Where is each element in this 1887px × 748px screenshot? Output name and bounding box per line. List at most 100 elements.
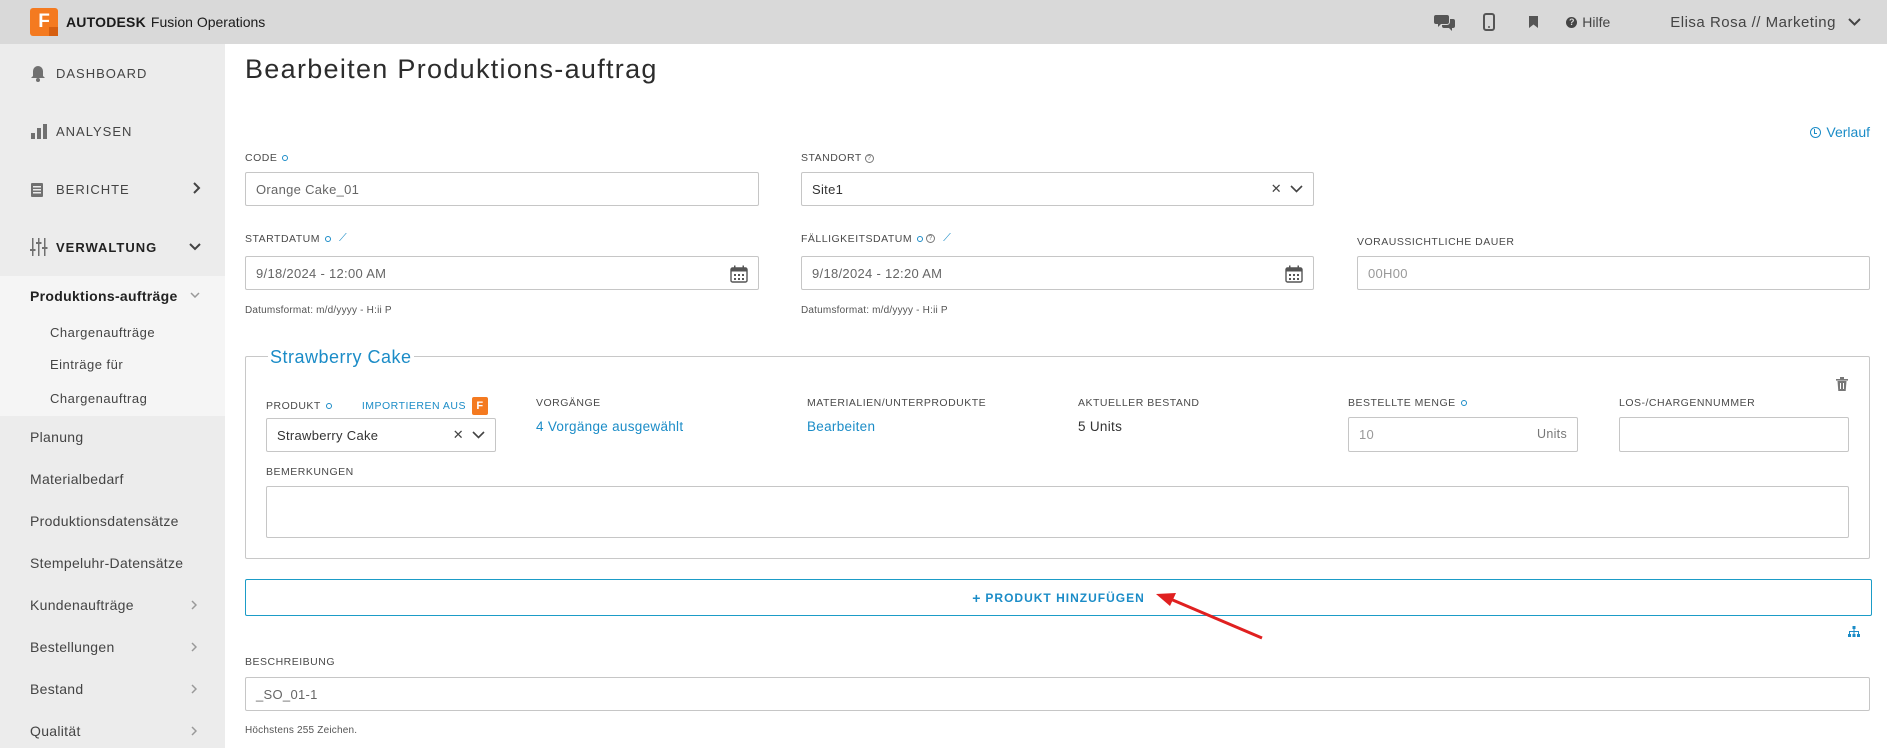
question-icon: ? [864,153,874,163]
top-bar: F AUTODESK Fusion Operations ? Hilfe Eli… [0,0,1887,44]
required-icon [325,235,331,242]
bell-icon [30,65,50,82]
startdatum-value: 9/18/2024 - 12:00 AM [256,265,387,281]
sidebar-item-chargenauftraege[interactable]: Chargenaufträge [0,316,225,348]
label-text: BESTELLTE MENGE [1348,397,1456,409]
sidebar-item-produktionsauftraege[interactable]: Produktions-aufträge [0,276,225,316]
fusion-logo-icon: F [472,397,489,415]
sidebar-item-bestand[interactable]: Bestand [0,668,225,710]
add-product-label: PRODUKT HINZUFÜGEN [985,590,1145,605]
required-icon [917,235,924,242]
report-icon [30,181,50,198]
sidebar-label: Chargenaufträge [50,324,156,340]
standort-select[interactable]: Site1 ✕ [801,172,1314,206]
history-label: Verlauf [1826,124,1870,140]
faelligkeitsdatum-input[interactable]: 9/18/2024 - 12:20 AM [801,256,1314,290]
chevron-down-icon[interactable] [472,431,485,439]
chevron-down-icon[interactable] [1290,185,1303,193]
sidebar-item-berichte[interactable]: BERICHTE [0,160,225,218]
required-icon [282,155,289,161]
sliders-icon [30,237,50,257]
label-text: VORAUSSICHTLICHE DAUER [1357,236,1515,248]
sidebar: DASHBOARD ANALYSEN BERICHTE VERWALTUNG P… [0,44,225,748]
code-value: Orange Cake_01 [256,181,360,197]
hierarchy-icon[interactable] [1848,624,1860,642]
required-icon [325,403,332,409]
bar-chart-icon [30,123,50,140]
sidebar-item-analysen[interactable]: ANALYSEN [0,102,225,160]
bemerkungen-textarea[interactable] [266,486,1849,538]
produkt-value: Strawberry Cake [277,427,379,443]
add-product-button[interactable]: + PRODUKT HINZUFÜGEN [245,579,1872,616]
chevron-right-icon [191,642,197,652]
produkt-label: PRODUKT IMPORTIEREN AUS F [266,397,489,415]
sidebar-label: DASHBOARD [56,65,148,81]
sidebar-label: Qualität [30,723,81,739]
sidebar-item-eintraege-fuer[interactable]: Einträge für [0,348,225,380]
sidebar-item-stempeluhr[interactable]: Stempeluhr-Datensätze [0,542,225,584]
history-link[interactable]: Verlauf [1810,124,1870,140]
sidebar-item-verwaltung[interactable]: VERWALTUNG [0,218,225,276]
logo-letter: F [38,11,50,32]
sidebar-item-chargenauftrag[interactable]: Chargenauftrag [0,380,225,416]
question-icon: ? [926,234,936,243]
bestand-value: 5 Units [1078,419,1123,434]
label-text: BEMERKUNGEN [266,466,354,478]
produkt-select[interactable]: Strawberry Cake ✕ [266,418,496,452]
clock-icon [1810,126,1822,138]
vorgaenge-link[interactable]: 4 Vorgänge ausgewählt [536,419,683,434]
menge-label: BESTELLTE MENGE [1348,397,1467,409]
brand[interactable]: F AUTODESK Fusion Operations [30,8,265,36]
help-label: Hilfe [1582,14,1611,30]
fusion-logo-icon: F [30,8,58,36]
sidebar-label: VERWALTUNG [56,239,158,255]
chevron-right-icon [191,684,197,694]
sidebar-item-dashboard[interactable]: DASHBOARD [0,44,225,102]
sidebar-item-produktionsdatensaetze[interactable]: Produktionsdatensätze [0,500,225,542]
sidebar-item-materialbedarf[interactable]: Materialbedarf [0,458,225,500]
startdatum-label: STARTDATUM ⟋ [245,232,347,245]
vorgaenge-label: VORGÄNGE [536,397,601,409]
calendar-icon[interactable] [1285,265,1303,283]
help-link[interactable]: ? Hilfe [1566,14,1610,30]
dauer-input[interactable]: 00H00 [1357,256,1870,290]
trash-icon[interactable] [1836,377,1848,396]
los-label: LOS-/CHARGENNUMMER [1619,397,1755,409]
materialien-edit-link[interactable]: Bearbeiten [807,419,875,434]
sidebar-label: Einträge für [50,356,124,372]
sidebar-label: Produktions-aufträge [30,288,178,304]
chat-icon[interactable] [1434,11,1456,33]
sidebar-item-qualitaet[interactable]: Qualität [0,710,225,748]
clear-icon[interactable]: ✕ [1271,181,1282,197]
startdatum-input[interactable]: 9/18/2024 - 12:00 AM [245,256,759,290]
dauer-label: VORAUSSICHTLICHE DAUER [1357,236,1514,248]
label-text: FÄLLIGKEITSDATUM [801,232,913,245]
required-icon [1460,400,1467,406]
sidebar-item-kundenauftraege[interactable]: Kundenaufträge [0,584,225,626]
beschreibung-input[interactable]: _SO_01-1 [245,677,1870,711]
help-icon: ? [1566,16,1578,28]
standort-label: STANDORT ? [801,152,874,164]
faelligkeitsdatum-hint: Datumsformat: m/d/yyyy - H:ii P [801,305,948,316]
magic-wand-icon[interactable]: ⟋ [339,232,347,245]
mobile-icon[interactable] [1478,11,1500,33]
sidebar-item-planung[interactable]: Planung [0,416,225,458]
bookmark-icon[interactable] [1522,11,1544,33]
label-text: LOS-/CHARGENNUMMER [1619,397,1756,409]
chevron-down-icon [190,292,200,298]
faelligkeitsdatum-value: 9/18/2024 - 12:20 AM [812,265,943,281]
bestand-label: AKTUELLER BESTAND [1078,397,1200,409]
los-input[interactable] [1619,417,1849,452]
label-text: STANDORT [801,152,862,164]
code-input[interactable]: Orange Cake_01 [245,172,759,206]
code-label: CODE [245,152,289,164]
magic-wand-icon[interactable]: ⟋ [943,232,951,245]
menge-input[interactable]: 10 Units [1348,417,1578,452]
user-menu[interactable]: Elisa Rosa // Marketing [1670,14,1861,31]
sidebar-label: Bestand [30,681,84,697]
import-link[interactable]: IMPORTIEREN AUS F [362,397,489,415]
clear-icon[interactable]: ✕ [453,427,464,443]
label-text: BESCHREIBUNG [245,656,336,668]
sidebar-item-bestellungen[interactable]: Bestellungen [0,626,225,668]
calendar-icon[interactable] [730,265,748,283]
